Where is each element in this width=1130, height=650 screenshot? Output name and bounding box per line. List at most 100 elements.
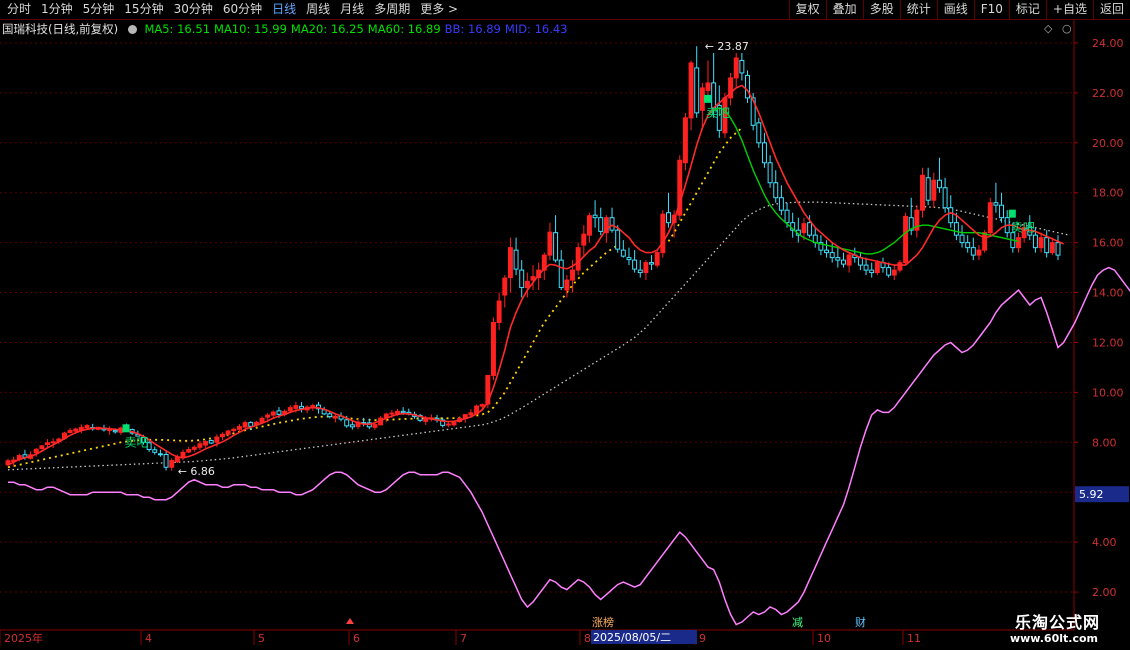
y-tick-label-5: 12.00 — [1092, 336, 1124, 349]
candle-body-79 — [451, 422, 457, 426]
candle-body-172 — [976, 249, 982, 256]
candle-body-165 — [936, 179, 942, 189]
candle-body-7 — [45, 442, 50, 446]
candle-body-121 — [688, 62, 694, 119]
candle-body-141 — [801, 223, 807, 234]
candle-body-149 — [846, 254, 852, 266]
candle-body-164 — [931, 179, 937, 201]
candle-body-113 — [643, 262, 649, 274]
candle-body-131 — [745, 74, 750, 99]
candle-body-147 — [835, 257, 841, 261]
candle-body-130 — [739, 59, 745, 74]
candle-body-65 — [372, 424, 378, 428]
candle-body-5 — [33, 448, 39, 454]
candle-body-171 — [970, 247, 976, 256]
candle-body-125 — [711, 82, 717, 109]
signal-marker-2 — [1008, 209, 1016, 218]
x-tick-label-0: 2025年 — [4, 631, 43, 645]
high-price-label: ← 23.87 — [705, 40, 749, 53]
candle-body-154 — [874, 262, 880, 274]
candle-body-58 — [332, 415, 338, 419]
candle-body-133 — [756, 122, 762, 144]
signal-label-0: 卖吧 — [125, 435, 149, 449]
signal-label-2: 卖吧 — [1011, 221, 1035, 235]
candle-body-18 — [107, 429, 113, 432]
current-value-label: 5.92 — [1079, 488, 1104, 501]
candle-body-102 — [581, 233, 587, 246]
y-tick-label-11: 24.00 — [1092, 37, 1124, 50]
candle-body-46 — [265, 414, 271, 418]
candle-body-110 — [626, 257, 632, 261]
candle-body-6 — [39, 445, 45, 450]
signal-marker-0 — [122, 424, 130, 433]
candle-body-90 — [513, 249, 519, 270]
candle-body-103 — [586, 215, 592, 236]
candle-body-173 — [982, 232, 988, 251]
x-tick-label-6: 9 — [699, 632, 706, 645]
candle-body-29 — [169, 460, 175, 468]
candle-body-185 — [1049, 242, 1055, 254]
candle-body-27 — [157, 453, 163, 456]
candle-body-51 — [293, 405, 299, 409]
candle-body-30 — [174, 457, 180, 463]
y-tick-label-7: 16.00 — [1092, 237, 1124, 250]
candle-body-186 — [1055, 242, 1061, 256]
candle-body-99 — [564, 279, 570, 291]
ma-green-line-0 — [707, 107, 1019, 255]
candle-body-38 — [220, 433, 225, 438]
y-tick-label-8: 18.00 — [1092, 187, 1124, 200]
candle-body-112 — [637, 269, 643, 274]
candle-body-159 — [903, 215, 909, 264]
candle-body-39 — [225, 430, 231, 435]
candle-body-157 — [891, 269, 897, 276]
candle-body-174 — [987, 202, 993, 234]
candle-body-163 — [925, 177, 931, 201]
candle-body-60 — [344, 419, 350, 427]
candle-body-156 — [886, 267, 892, 276]
candle-body-101 — [575, 247, 581, 271]
x-tick-label-3: 6 — [353, 632, 360, 645]
watermark-name: 乐淘公式网 — [1014, 613, 1100, 632]
candle-body-179 — [1016, 237, 1021, 249]
candle-body-34 — [197, 443, 203, 448]
candle-body-47 — [270, 411, 276, 416]
candle-body-107 — [609, 217, 615, 231]
candle-body-184 — [1044, 237, 1050, 254]
candle-body-167 — [948, 207, 954, 224]
candle-body-35 — [203, 441, 209, 446]
candle-body-169 — [959, 234, 965, 244]
low-price-label: ← 6.86 — [178, 465, 215, 478]
candle-body-123 — [699, 87, 705, 111]
candle-body-43 — [248, 422, 254, 427]
candle-body-100 — [570, 269, 575, 281]
y-tick-label-3: 8.00 — [1092, 436, 1117, 449]
candle-body-129 — [733, 57, 739, 79]
candle-body-96 — [547, 231, 553, 256]
candle-body-105 — [598, 217, 604, 232]
signal-marker-1 — [704, 94, 711, 103]
candle-body-182 — [1032, 234, 1038, 249]
candle-body-87 — [496, 300, 502, 324]
x-tick-label-4: 7 — [460, 632, 467, 645]
candle-body-109 — [620, 249, 626, 257]
candle-body-176 — [999, 204, 1005, 219]
oscillator-line-0 — [8, 266, 1130, 626]
candle-body-70 — [400, 410, 406, 414]
candle-body-115 — [654, 252, 660, 266]
candle-body-82 — [468, 412, 474, 416]
candle-body-32 — [186, 449, 192, 453]
candle-body-19 — [112, 430, 118, 433]
candle-body-138 — [784, 209, 790, 224]
candle-body-152 — [863, 264, 869, 271]
candle-body-124 — [705, 82, 711, 91]
candle-body-111 — [632, 259, 638, 270]
candle-body-42 — [242, 422, 248, 428]
candle-body-69 — [395, 410, 400, 415]
candlestick-chart: 2.004.006.008.0010.0012.0014.0016.0018.0… — [0, 20, 1130, 645]
candle-body-158 — [897, 262, 903, 271]
x-tick-label-8: 11 — [907, 632, 921, 645]
x-tick-label-7: 10 — [817, 632, 831, 645]
candle-body-166 — [942, 187, 948, 209]
candle-body-41 — [236, 426, 242, 430]
candle-body-33 — [191, 446, 197, 450]
